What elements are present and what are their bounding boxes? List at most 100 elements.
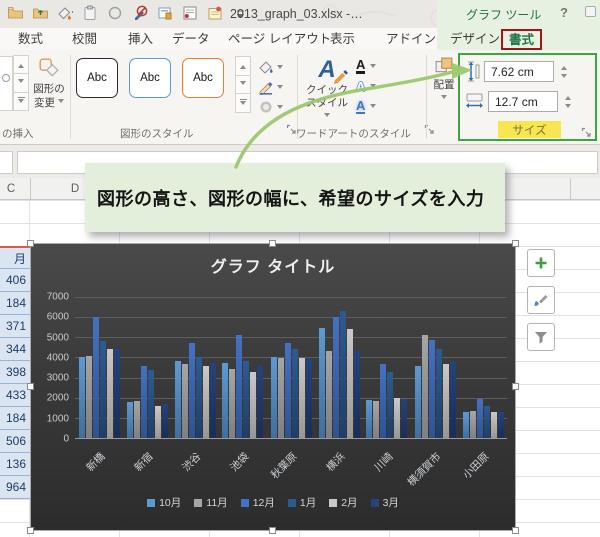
legend-item[interactable]: 1月 <box>287 495 316 510</box>
bar-1月[interactable] <box>99 341 106 438</box>
resize-handle-top-middle[interactable] <box>269 240 276 247</box>
bar-11月[interactable] <box>469 410 476 438</box>
resize-handle-top-right[interactable] <box>512 240 519 247</box>
bar-10月[interactable] <box>222 363 229 438</box>
tab-2[interactable]: 校閲 <box>68 30 101 48</box>
style-more-button[interactable] <box>235 93 251 114</box>
form-window-icon[interactable] <box>156 4 174 22</box>
bar-1月[interactable] <box>339 311 346 438</box>
shape-gallery-partial[interactable] <box>0 56 13 111</box>
bar-11月[interactable] <box>85 356 92 438</box>
bar-3月[interactable] <box>401 398 408 438</box>
chart-filters-button[interactable] <box>527 323 555 351</box>
chart-styles-button[interactable] <box>527 286 555 314</box>
resize-handle-middle-right[interactable] <box>512 383 519 390</box>
bar-2月[interactable] <box>442 364 449 438</box>
bar-12月[interactable] <box>284 343 291 438</box>
shape-height-input[interactable]: 7.62 cm <box>484 61 554 82</box>
tab-9[interactable]: 書式 <box>501 29 543 50</box>
bar-3月[interactable] <box>497 411 504 438</box>
bar-2月[interactable] <box>394 397 401 438</box>
bar-11月[interactable] <box>421 335 428 438</box>
resize-handle-middle-left[interactable] <box>27 383 34 390</box>
data-cell[interactable]: 184 <box>0 292 30 315</box>
data-cell[interactable]: 184 <box>0 407 30 430</box>
column-header-c[interactable]: C <box>0 178 22 200</box>
bar-2月[interactable] <box>202 365 209 438</box>
notes-icon[interactable] <box>206 4 224 22</box>
bar-3月[interactable] <box>353 351 360 438</box>
data-cell[interactable]: 398 <box>0 361 30 384</box>
height-spinner[interactable] <box>561 63 567 81</box>
legend-item[interactable]: 11月 <box>194 495 228 510</box>
window-icon[interactable] <box>585 6 596 17</box>
bar-2月[interactable] <box>490 411 497 438</box>
shape-fill-button[interactable] <box>258 57 292 77</box>
legend-item[interactable]: 12月 <box>240 495 275 510</box>
shape-width-input[interactable]: 12.7 cm <box>488 91 558 112</box>
bar-3月[interactable] <box>209 363 216 438</box>
bar-11月[interactable] <box>133 400 140 438</box>
bar-2月[interactable] <box>346 329 353 438</box>
resize-handle-top-left[interactable] <box>27 240 34 247</box>
text-fill-button[interactable]: A <box>356 56 394 76</box>
data-column-header-cell[interactable]: 月 <box>0 246 30 269</box>
resize-handle-bottom-right[interactable] <box>512 527 519 534</box>
legend-item[interactable]: 2月 <box>329 495 358 510</box>
bar-12月[interactable] <box>380 364 387 438</box>
bar-1月[interactable] <box>243 361 250 438</box>
bar-11月[interactable] <box>229 368 236 438</box>
data-cell[interactable]: 964 <box>0 476 30 499</box>
bar-11月[interactable] <box>373 400 380 438</box>
shape-style-sample-1[interactable]: Abc <box>76 58 118 98</box>
bar-1月[interactable] <box>195 357 202 438</box>
data-cell[interactable]: 136 <box>0 453 30 476</box>
data-cell[interactable]: 371 <box>0 315 30 338</box>
bar-2月[interactable] <box>298 358 305 438</box>
bar-10月[interactable] <box>318 328 325 438</box>
bar-12月[interactable] <box>140 365 147 438</box>
bar-11月[interactable] <box>277 358 284 438</box>
paste-icon[interactable] <box>81 4 99 22</box>
bar-11月[interactable] <box>181 364 188 438</box>
bar-1月[interactable] <box>435 349 442 438</box>
bar-10月[interactable] <box>174 361 181 438</box>
bar-10月[interactable] <box>462 411 469 438</box>
dialog-launcher-size[interactable] <box>581 127 592 138</box>
bar-1月[interactable] <box>291 349 298 438</box>
data-cell[interactable]: 344 <box>0 338 30 361</box>
folder-up-icon[interactable] <box>31 4 49 22</box>
bar-3月[interactable] <box>161 403 168 438</box>
shape-outline-button[interactable] <box>258 77 292 97</box>
bar-2月[interactable] <box>250 371 257 438</box>
arrange-button[interactable]: 配置 <box>430 57 458 106</box>
chart-elements-button[interactable] <box>527 249 555 277</box>
width-spinner[interactable] <box>565 93 571 111</box>
legend-item[interactable]: 10月 <box>147 495 181 510</box>
tab-1[interactable]: 数式 <box>14 30 47 48</box>
tab-4[interactable]: データ <box>168 30 214 48</box>
chart[interactable]: グラフ タイトル 0 1000 2000 3000 4000 5000 6000 7000 新… <box>27 240 519 534</box>
bar-1月[interactable] <box>147 369 154 438</box>
legend-item[interactable]: 3月 <box>370 495 399 510</box>
resize-handle-bottom-middle[interactable] <box>269 527 276 534</box>
bar-2月[interactable] <box>154 405 161 438</box>
bar-12月[interactable] <box>92 317 99 438</box>
bar-10月[interactable] <box>414 365 421 438</box>
tab-3[interactable]: 挿入 <box>124 30 157 48</box>
bar-1月[interactable] <box>387 371 394 438</box>
bar-12月[interactable] <box>236 335 243 438</box>
chart-title[interactable]: グラフ タイトル <box>31 253 515 277</box>
quick-style-button[interactable]: A クイック スタイル <box>302 56 352 128</box>
circle-shape-icon[interactable] <box>106 4 124 22</box>
text-effects-button[interactable]: A <box>356 96 394 116</box>
data-cell[interactable]: 406 <box>0 269 30 292</box>
bar-10月[interactable] <box>270 357 277 438</box>
data-cell[interactable]: 506 <box>0 430 30 453</box>
bar-12月[interactable] <box>188 343 195 438</box>
gallery-more-button[interactable] <box>13 91 29 111</box>
bar-12月[interactable] <box>428 340 435 438</box>
tab-5[interactable]: ページ レイアウト <box>224 30 335 48</box>
data-cell[interactable]: 433 <box>0 384 30 407</box>
fill-color-icon[interactable] <box>56 4 74 22</box>
